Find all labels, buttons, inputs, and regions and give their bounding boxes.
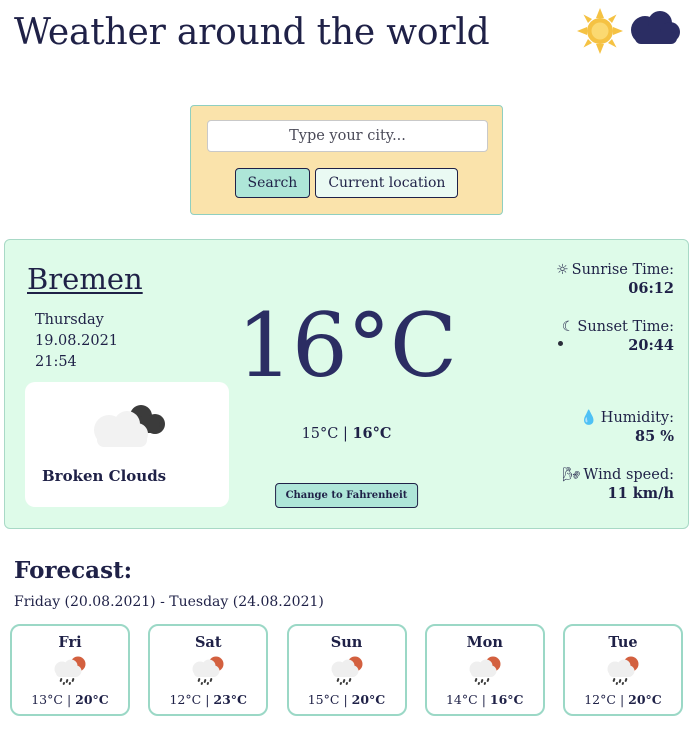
temperature-min: 15°C: [301, 426, 339, 443]
sun-behind-rain-cloud-icon: [565, 655, 681, 687]
current-location-button[interactable]: Current location: [315, 168, 459, 199]
sun-icon: [577, 8, 623, 54]
humidity-block: 💧 Humidity: 85 %: [484, 410, 674, 445]
forecast-max: 20°C: [75, 692, 109, 708]
forecast-max: 23°C: [213, 692, 247, 708]
sunset-value: 20:44: [628, 337, 674, 355]
forecast-day-label: Fri: [58, 634, 82, 652]
header-weather-icons: [575, 6, 683, 56]
sunrise-label: Sunrise Time:: [571, 262, 674, 279]
search-input[interactable]: [207, 120, 488, 152]
forecast-min: 15°C: [307, 692, 340, 708]
change-unit-button[interactable]: Change to Fahrenheit: [274, 483, 419, 509]
condition-label: Broken Clouds: [42, 467, 167, 486]
search-panel: Search Current location: [190, 105, 503, 216]
humidity-label: Humidity:: [600, 410, 674, 427]
sunrise-icon: ☼: [556, 262, 569, 279]
humidity-value: 85 %: [634, 428, 674, 446]
temperature-max: 16°C: [352, 425, 392, 443]
cloud-icon: [631, 11, 680, 44]
forecast-min: 13°C: [31, 692, 63, 708]
sunset-label: Sunset Time:: [577, 319, 674, 336]
water-droplet-icon: 💧: [580, 410, 598, 427]
forecast-card-row: Fri 13°C | 20°C Sat 12°C | 23°C Sun 15°C…: [0, 624, 693, 717]
humidity-label-row: 💧 Humidity:: [484, 410, 674, 426]
sunset-block: ☾ Sunset Time: 20:44: [484, 319, 674, 354]
forecast-separator: |: [205, 692, 210, 708]
sun-behind-rain-cloud-icon: [150, 655, 266, 687]
forecast-max: 20°C: [351, 692, 386, 708]
sunrise-block: ☼ Sunrise Time: 06:12: [484, 262, 674, 297]
forecast-temps: 15°C | 20°C: [289, 692, 405, 707]
temperature-separator: |: [342, 426, 348, 443]
forecast-temps: 12°C | 20°C: [565, 692, 681, 707]
forecast-date-range: Friday (20.08.2021) - Tuesday (24.08.202…: [14, 594, 324, 611]
forecast-min: 14°C: [445, 692, 478, 708]
forecast-card-tue[interactable]: Tue 12°C | 20°C: [563, 624, 683, 717]
forecast-temps: 12°C | 23°C: [150, 692, 266, 707]
wind-value: 11 km/h: [607, 485, 674, 503]
app-header: Weather around the world: [0, 0, 693, 78]
sunset-label-row: ☾ Sunset Time:: [484, 319, 674, 335]
wind-label-row: 🌬 Wind speed:: [484, 467, 674, 483]
forecast-min: 12°C: [169, 692, 202, 708]
condition-card: Broken Clouds: [25, 382, 229, 508]
forecast-heading: Forecast:: [14, 557, 133, 585]
forecast-day-label: Sat: [194, 634, 222, 652]
wind-block: 🌬 Wind speed: 11 km/h: [484, 467, 674, 502]
sun-behind-rain-cloud-icon: [289, 655, 405, 687]
sun-behind-rain-cloud-icon: [12, 655, 128, 687]
weather-details: ☼ Sunrise Time: 06:12 ☾ Sunset Time: 20:44…: [484, 262, 674, 506]
moon-icon: ☾: [561, 319, 575, 336]
forecast-card-sun[interactable]: Sun 15°C | 20°C: [286, 624, 407, 717]
forecast-separator: |: [481, 692, 486, 708]
forecast-day-label: Mon: [466, 634, 503, 652]
forecast-separator: |: [343, 692, 348, 708]
forecast-max: 20°C: [628, 692, 662, 708]
forecast-temps: 13°C | 20°C: [12, 692, 128, 707]
forecast-card-fri[interactable]: Fri 13°C | 20°C: [10, 624, 130, 717]
forecast-max: 16°C: [489, 692, 524, 708]
current-weather-card: Bremen Thursday 19.08.2021 21:54 Broken …: [4, 239, 689, 530]
city-name: Bremen: [27, 262, 143, 297]
wind-icon: 🌬: [562, 467, 581, 484]
wind-label: Wind speed:: [583, 467, 674, 484]
forecast-card-sat[interactable]: Sat 12°C | 23°C: [148, 624, 269, 717]
forecast-separator: |: [66, 692, 72, 708]
sunrise-label-row: ☼ Sunrise Time:: [484, 262, 674, 278]
sunrise-value: 06:12: [628, 280, 674, 298]
search-button-row: Search Current location: [207, 168, 486, 199]
forecast-separator: |: [619, 692, 625, 708]
sun-behind-rain-cloud-icon: [427, 655, 543, 687]
search-section: Search Current location: [0, 105, 693, 216]
forecast-temps: 14°C | 16°C: [427, 692, 543, 707]
forecast-min: 12°C: [584, 692, 616, 708]
weather-app-page: Weather around the world Type your city.…: [0, 0, 693, 739]
search-button[interactable]: Search: [234, 168, 311, 199]
forecast-day-label: Sun: [330, 634, 363, 652]
forecast-day-label: Tue: [608, 634, 638, 652]
forecast-card-mon[interactable]: Mon 14°C | 16°C: [424, 624, 545, 717]
